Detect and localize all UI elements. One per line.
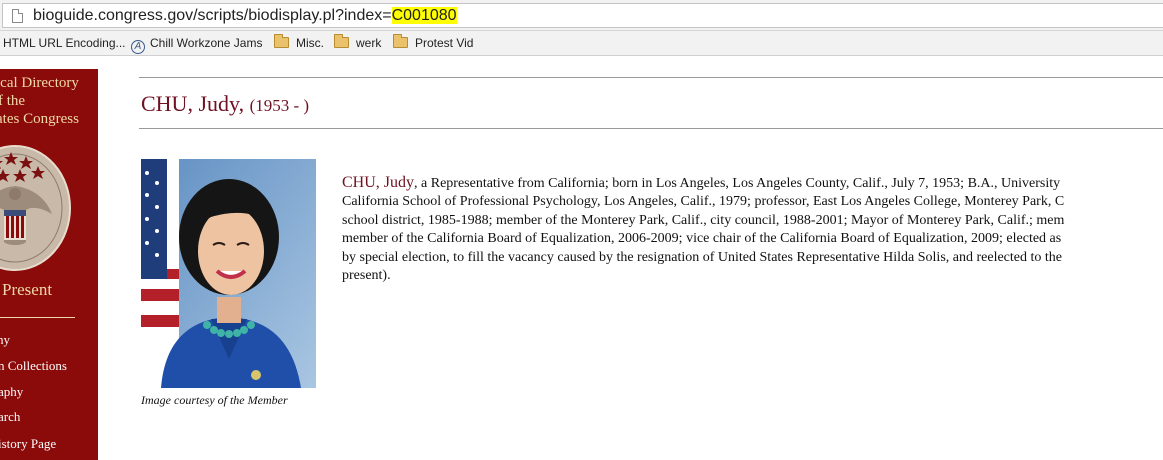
sidebar-title-line: ates Congress [0, 111, 79, 127]
bookmark-label: Protest Vid [415, 36, 474, 50]
sidebar-link-history-page[interactable]: istory Page [0, 436, 56, 452]
bookmark-chill-workzone-jams[interactable]: A Chill Workzone Jams [131, 35, 263, 54]
sidebar-title-line: f the [0, 93, 26, 109]
bio-member-name: CHU, Judy [342, 174, 415, 191]
folder-icon [334, 34, 349, 48]
bio-line: CHU, Judy, a Representative from Califor… [342, 174, 1163, 193]
bookmark-misc[interactable]: Misc. [274, 34, 324, 52]
url-text[interactable]: bioguide.congress.gov/scripts/biodisplay… [33, 6, 457, 26]
sidebar-link-search[interactable]: arch [0, 409, 20, 425]
page-title: CHU, Judy, (1953 - ) [141, 91, 310, 116]
sidebar-divider [0, 317, 75, 318]
top-divider [139, 77, 1163, 78]
bookmark-label: Chill Workzone Jams [150, 36, 263, 50]
bookmark-label: HTML URL Encoding... [3, 36, 126, 50]
folder-icon [274, 34, 289, 48]
congress-seal-icon [0, 145, 71, 271]
url-prefix: bioguide.congress.gov/scripts/biodisplay… [33, 7, 392, 24]
address-bar: bioguide.congress.gov/scripts/biodisplay… [0, 0, 1163, 31]
member-name: CHU, Judy [141, 91, 239, 116]
biography-text: CHU, Judy, a Representative from Califor… [342, 174, 1163, 285]
bookmarks-bar: HTML URL Encoding... A Chill Workzone Jam… [0, 31, 1163, 56]
bookmark-label: Misc. [296, 36, 324, 50]
bookmark-html-url-encoding[interactable]: HTML URL Encoding... [3, 35, 126, 52]
sidebar-link-biography[interactable]: hy [0, 332, 10, 348]
bio-line: present). [342, 268, 391, 284]
bookmark-werk[interactable]: werk [334, 34, 382, 52]
member-photo [141, 159, 316, 388]
bio-line: member of the California Board of Equali… [342, 231, 1062, 247]
url-field[interactable]: bioguide.congress.gov/scripts/biodisplay… [2, 3, 1163, 28]
page-icon [12, 9, 23, 23]
bio-text: , a Representative from California; born… [414, 176, 1061, 191]
bookmark-protest-vid[interactable]: Protest Vid [393, 34, 474, 52]
bookmark-label: werk [356, 36, 382, 50]
sidebar: ical Directory f the ates Congress Prese… [0, 69, 98, 460]
title-divider [139, 128, 1163, 129]
member-years: (1953 - ) [249, 96, 310, 115]
bio-line: school district, 1985-1988; member of th… [342, 212, 1065, 228]
bio-line: by special election, to fill the vacancy… [342, 249, 1062, 265]
photo-caption: Image courtesy of the Member [141, 393, 288, 407]
url-highlighted-index: C001080 [391, 7, 457, 24]
sidebar-link-bibliography[interactable]: aphy [0, 384, 23, 400]
bio-line: California School of Professional Psycho… [342, 194, 1065, 210]
folder-icon [393, 34, 408, 48]
sidebar-present-label: Present [2, 280, 53, 299]
sidebar-link-collections[interactable]: n Collections [0, 358, 67, 374]
sidebar-title-line: ical Directory [0, 75, 79, 91]
circle-a-icon: A [131, 40, 145, 54]
